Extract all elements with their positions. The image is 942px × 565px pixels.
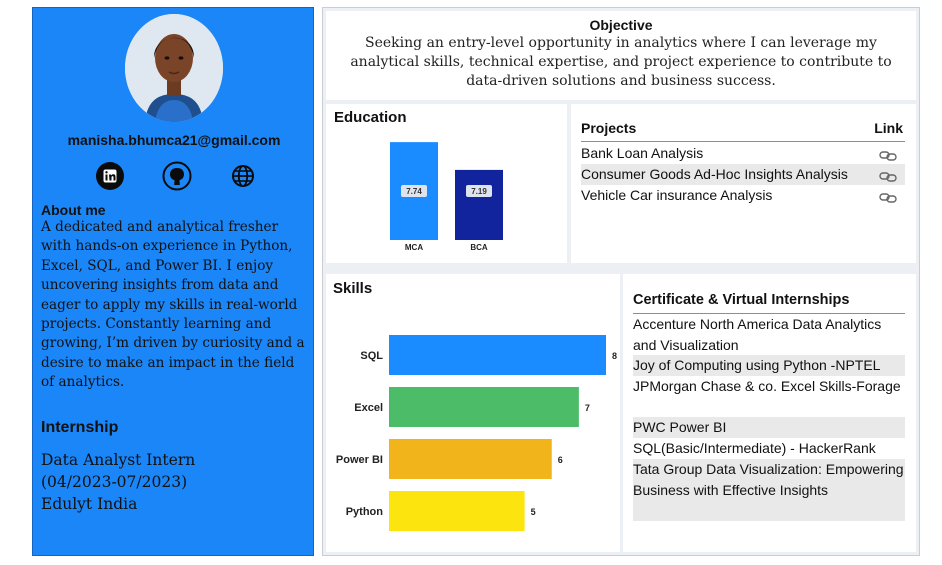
certificate-item: Accenture North America Data Analytics a… [633,316,882,353]
certificates-title: Certificate & Virtual Internships [633,292,850,308]
projects-card: Projects Link Bank Loan Analysis Consume… [571,104,916,263]
skill-category-label: Python [346,506,384,518]
skill-data-label: 5 [531,507,536,517]
project-name: Bank Loan Analysis [581,145,704,161]
link-icon[interactable] [879,168,897,182]
education-category-label: MCA [405,243,423,252]
skills-chart: SQL 8 Excel 7 Power BI 6 Python 5 [336,335,617,531]
projects-title: Projects [581,120,637,136]
github-icon[interactable] [162,161,192,191]
profile-sidebar: manisha.bhumca21@gmail.com About me A de… [32,7,314,556]
resume-main: Objective Seeking an entry-level opportu… [322,7,920,556]
certificate-item: SQL(Basic/Intermediate) - HackerRank [633,440,876,456]
internship-dates: (04/2023-07/2023) [41,473,188,491]
internship-heading: Internship [41,419,119,436]
skills-card: Skills SQL 8 Excel 7 Power BI 6 Python 5 [326,274,620,552]
skill-bar [389,491,525,531]
objective-card: Objective Seeking an entry-level opportu… [326,11,916,100]
objective-title: Objective [589,17,653,33]
education-bar [455,169,503,240]
education-data-label: 7.19 [471,187,487,196]
internship-role: Data Analyst Intern [41,451,196,469]
education-category-label: BCA [470,243,488,252]
avatar [125,14,223,122]
certificates-card: Certificate & Virtual Internships Accent… [623,274,916,552]
education-card: Education 7.74 MCA 7.19 BCA [326,104,567,263]
projects-link-header: Link [874,120,903,136]
education-data-label: 7.74 [406,187,422,196]
projects-table-header: Projects Link [581,112,905,142]
certificate-item: PWC Power BI [633,417,905,438]
linkedin-icon[interactable] [95,161,125,191]
skill-data-label: 8 [612,351,617,361]
internship-company: Edulyt India [41,495,138,513]
profile-photo [125,14,223,122]
skill-category-label: Power BI [336,454,383,466]
skill-bar [389,387,579,427]
about-text: A dedicated and analytical fresher with … [41,219,305,391]
skill-category-label: Excel [354,402,383,414]
skill-category-label: SQL [360,350,383,362]
about-heading: About me [41,202,106,218]
education-chart: 7.74 MCA 7.19 BCA [390,142,503,252]
link-icon[interactable] [879,147,897,161]
project-name: Consumer Goods Ad-Hoc Insights Analysis [581,166,848,182]
project-name: Vehicle Car insurance Analysis [581,187,773,203]
project-row: Consumer Goods Ad-Hoc Insights Analysis [581,164,905,185]
link-icon[interactable] [879,189,897,203]
skill-data-label: 6 [558,455,563,465]
project-row: Bank Loan Analysis [581,143,905,164]
email-address[interactable]: manisha.bhumca21@gmail.com [33,132,315,148]
certificates-header: Certificate & Virtual Internships [633,282,905,314]
skill-bar [389,439,552,479]
globe-icon[interactable] [228,161,258,191]
certificate-item: JPMorgan Chase & co. Excel Skills-Forage [633,378,901,394]
objective-text: Seeking an entry-level opportunity in an… [350,35,892,89]
skill-bar [389,335,606,375]
certificate-item: Joy of Computing using Python -NPTEL [633,355,905,376]
project-row: Vehicle Car insurance Analysis [581,185,905,206]
certificate-item: Tata Group Data Visualization: Empowerin… [633,459,905,521]
skill-data-label: 7 [585,403,590,413]
